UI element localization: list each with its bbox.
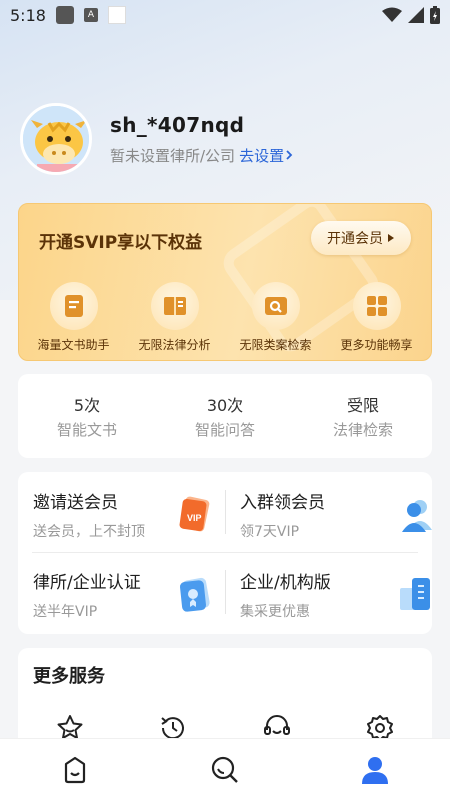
set-org-link[interactable]: 去设置: [239, 145, 294, 166]
enterprise-edition-item[interactable]: 企业/机构版 集采更优惠: [240, 568, 430, 638]
more-services-title: 更多服务: [33, 666, 105, 687]
svip-feature-more[interactable]: 更多功能畅享: [327, 282, 427, 353]
set-org-label: 去设置: [239, 146, 285, 165]
blank-app-icon: [107, 6, 126, 24]
search-doc-icon: [264, 297, 287, 315]
firm-certification-item[interactable]: 律所/企业认证 送半年VIP: [33, 568, 223, 638]
stat-value: 5次: [73, 396, 101, 415]
open-membership-label: 开通会员: [327, 231, 383, 247]
svg-text:VIP: VIP: [187, 513, 202, 523]
grid-icon: [366, 296, 387, 316]
stat-label: 智能文书: [56, 421, 117, 439]
status-time: 5:18: [10, 5, 46, 25]
svip-feature-label: 更多功能畅享: [340, 338, 413, 352]
chevron-right-icon: [286, 150, 293, 160]
home-icon: [64, 756, 86, 783]
document-icon: [64, 295, 83, 317]
stat-value: 30次: [206, 396, 244, 415]
avatar[interactable]: [20, 103, 92, 175]
nav-profile[interactable]: [345, 745, 405, 795]
bottom-navigation: [0, 738, 450, 800]
stat-documents[interactable]: 5次 智能文书: [27, 392, 147, 440]
invite-member-item[interactable]: 邀请送会员 送会员，上不封顶 VIP: [33, 488, 223, 558]
a-app-icon: A: [83, 8, 98, 22]
svip-card[interactable]: 开通SVIP享以下权益 开通会员 海量文书助手 无限法律分析 无限类案检索 更多…: [18, 203, 432, 361]
usage-stats-card: 5次 智能文书 30次 智能问答 受限 法律检索: [18, 374, 432, 458]
stat-label: 智能问答: [194, 421, 255, 439]
search-icon: [211, 756, 238, 783]
svip-feature-label: 无限法律分析: [138, 338, 211, 352]
certificate-icon: [179, 577, 210, 612]
username: sh_*407nqd: [110, 112, 245, 137]
stat-value: 受限: [346, 396, 379, 415]
building-icon: [400, 578, 430, 610]
svip-feature-case-search[interactable]: 无限类案检索: [226, 282, 326, 353]
profile-header: sh_*407nqd 暂未设置律所/公司 去设置: [20, 103, 294, 175]
status-bar: 5:18 A: [0, 0, 450, 30]
svip-feature-label: 海量文书助手: [37, 338, 110, 352]
divider: [225, 570, 226, 614]
signal-icon: [408, 7, 424, 23]
stat-qa[interactable]: 30次 智能问答: [165, 392, 285, 440]
book-icon: [163, 297, 186, 315]
divider: [32, 552, 418, 553]
divider: [225, 490, 226, 534]
svip-feature-document[interactable]: 海量文书助手: [24, 282, 124, 353]
nav-search[interactable]: [195, 745, 255, 795]
play-arrow-icon: [388, 234, 394, 242]
notification-app-icon: [55, 6, 74, 24]
svip-feature-analysis[interactable]: 无限法律分析: [125, 282, 225, 353]
group-user-icon: [402, 500, 432, 532]
promo-card: 邀请送会员 送会员，上不封顶 VIP 入群领会员 领7天VIP 律所/企业认证 …: [18, 472, 432, 634]
stat-label: 法律检索: [332, 421, 393, 439]
vip-card-icon: VIP: [179, 496, 210, 532]
cow-avatar-icon: [23, 106, 89, 172]
svip-title: 开通SVIP享以下权益: [39, 233, 203, 253]
profile-icon: [362, 756, 388, 784]
stat-legal-search[interactable]: 受限 法律检索: [303, 392, 423, 440]
svip-feature-label: 无限类案检索: [239, 338, 312, 352]
battery-icon: [430, 6, 440, 24]
wifi-icon: [382, 7, 402, 22]
org-text: 暂未设置律所/公司: [110, 146, 236, 165]
nav-home[interactable]: [45, 745, 105, 795]
join-group-item[interactable]: 入群领会员 领7天VIP: [240, 488, 432, 558]
open-membership-button[interactable]: 开通会员: [311, 221, 411, 255]
